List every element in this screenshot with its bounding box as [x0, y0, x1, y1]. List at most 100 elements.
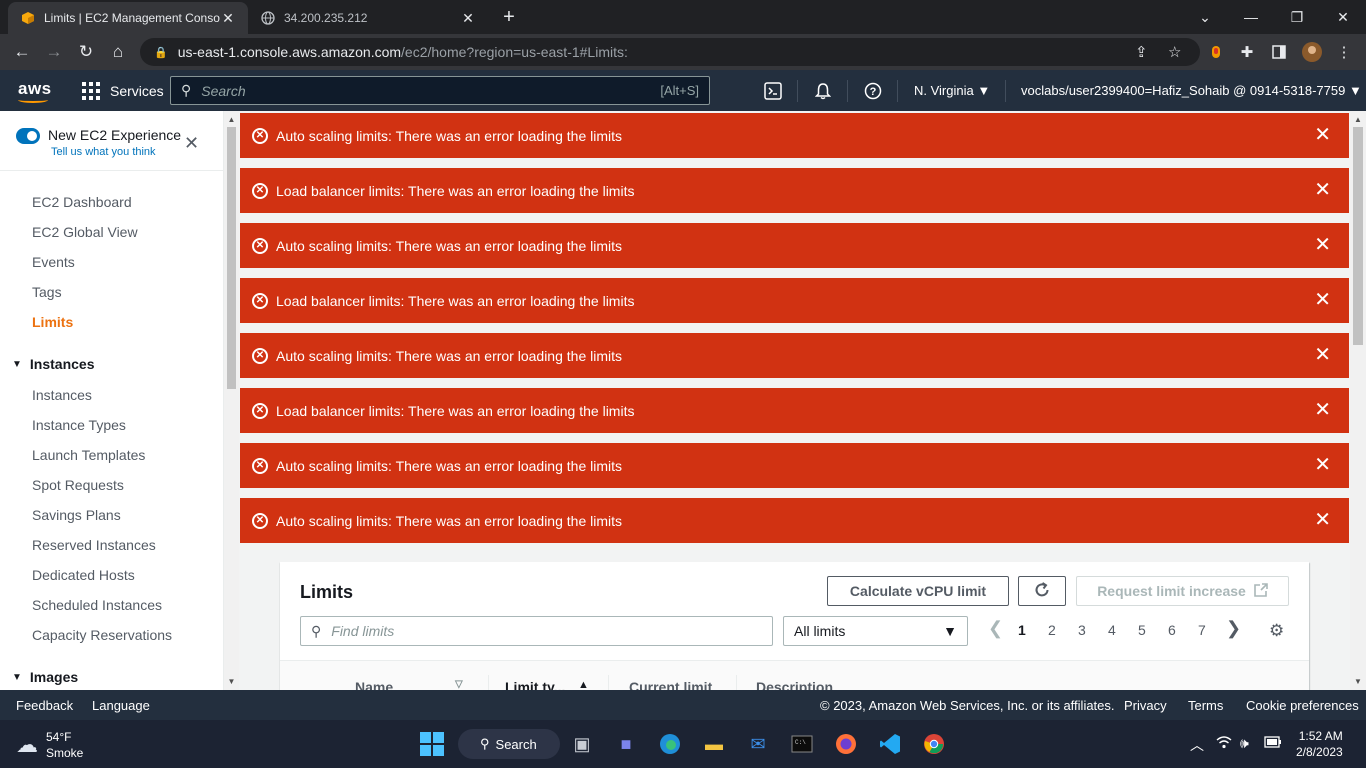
dismiss-icon[interactable]: ✕: [1314, 125, 1331, 145]
region-selector[interactable]: N. Virginia ▼: [914, 83, 990, 98]
services-menu[interactable]: Services: [82, 82, 164, 100]
sidebar-item-capacity-reservations[interactable]: Capacity Reservations: [32, 627, 172, 643]
sort-ascending-icon[interactable]: ▲: [578, 679, 589, 690]
browser-tab-inactive[interactable]: 34.200.235.212 ✕: [248, 2, 488, 34]
dismiss-icon[interactable]: ✕: [1314, 290, 1331, 310]
vscode-icon[interactable]: [876, 730, 904, 758]
scroll-down-arrow-icon[interactable]: ▼: [1350, 677, 1366, 686]
account-menu[interactable]: voclabs/user2399400=Hafiz_Sohaib @ 0914-…: [1021, 83, 1362, 98]
task-view-icon[interactable]: ▣: [568, 730, 596, 758]
extension-icon[interactable]: [1206, 42, 1226, 62]
show-hidden-icons[interactable]: ︿: [1190, 735, 1204, 755]
forward-icon[interactable]: →: [42, 40, 66, 64]
dismiss-icon[interactable]: ✕: [1314, 400, 1331, 420]
close-tab-icon[interactable]: ✕: [220, 10, 236, 27]
dismiss-icon[interactable]: ✕: [1314, 345, 1331, 365]
window-close-icon[interactable]: ✕: [1320, 0, 1366, 34]
find-limits-input[interactable]: ⚲ Find limits: [300, 616, 773, 646]
request-limit-increase-button[interactable]: Request limit increase: [1076, 576, 1289, 606]
taskbar-search[interactable]: ⚲ Search: [458, 729, 560, 759]
sidebar-item-reserved-instances[interactable]: Reserved Instances: [32, 537, 156, 553]
sidebar-scroll-thumb[interactable]: [227, 127, 236, 389]
sidebar-section-images[interactable]: ▼ Images: [12, 669, 78, 685]
home-icon[interactable]: ⌂: [106, 40, 130, 64]
page-6[interactable]: 6: [1168, 622, 1176, 638]
cloudshell-icon[interactable]: [762, 80, 784, 102]
page-5[interactable]: 5: [1138, 622, 1146, 638]
teams-chat-icon[interactable]: ■: [612, 730, 640, 758]
sidebar-item-scheduled-instances[interactable]: Scheduled Instances: [32, 597, 162, 613]
previous-page-icon[interactable]: ❮: [988, 618, 1003, 639]
filter-triangle-icon[interactable]: ▽: [455, 679, 463, 690]
terminal-icon[interactable]: C:\: [788, 730, 816, 758]
back-icon[interactable]: ←: [10, 40, 34, 64]
sidebar-item-limits[interactable]: Limits: [32, 314, 73, 330]
browser-menu-icon[interactable]: ⋮: [1334, 42, 1354, 62]
gear-icon[interactable]: ⚙: [1269, 621, 1284, 641]
next-page-icon[interactable]: ❯: [1226, 618, 1241, 639]
sidebar-item-dedicated-hosts[interactable]: Dedicated Hosts: [32, 567, 135, 583]
terms-link[interactable]: Terms: [1188, 698, 1223, 713]
column-limit-type[interactable]: Limit ty...: [505, 679, 565, 690]
tab-search-icon[interactable]: ⌄: [1182, 0, 1228, 34]
weather-widget[interactable]: ☁ 54°F Smoke: [16, 729, 83, 761]
reload-icon[interactable]: ↻: [74, 40, 98, 64]
main-scroll-thumb[interactable]: [1353, 127, 1363, 345]
edge-icon[interactable]: [656, 730, 684, 758]
sidebar-item-ec2-global-view[interactable]: EC2 Global View: [32, 224, 138, 240]
new-experience-toggle[interactable]: [16, 128, 40, 144]
page-1[interactable]: 1: [1018, 622, 1026, 638]
column-description[interactable]: Description: [756, 679, 833, 690]
mail-icon[interactable]: ✉: [744, 730, 772, 758]
page-2[interactable]: 2: [1048, 622, 1056, 638]
dismiss-icon[interactable]: ✕: [1314, 510, 1331, 530]
feedback-link[interactable]: Feedback: [16, 698, 73, 713]
sidebar-item-events[interactable]: Events: [32, 254, 75, 270]
scroll-up-arrow-icon[interactable]: ▲: [224, 115, 239, 124]
tell-us-link[interactable]: Tell us what you think: [51, 146, 181, 158]
aws-search-input[interactable]: ⚲ Search [Alt+S]: [170, 76, 710, 105]
dismiss-icon[interactable]: ✕: [1314, 235, 1331, 255]
sidebar-item-instances[interactable]: Instances: [32, 387, 92, 403]
browser-tab-active[interactable]: Limits | EC2 Management Console ✕: [8, 2, 248, 34]
sidebar-item-instance-types[interactable]: Instance Types: [32, 417, 126, 433]
sidebar-item-savings-plans[interactable]: Savings Plans: [32, 507, 121, 523]
sidebar-section-instances[interactable]: ▼ Instances: [12, 356, 95, 372]
sidebar-item-launch-templates[interactable]: Launch Templates: [32, 447, 145, 463]
share-icon[interactable]: ⇪: [1135, 43, 1148, 61]
column-name[interactable]: Name: [355, 679, 393, 690]
address-bar[interactable]: 🔒 us-east-1.console.aws.amazon.com/ec2/h…: [140, 38, 1200, 66]
sidebar-scrollbar[interactable]: ▲ ▼: [224, 111, 239, 690]
page-7[interactable]: 7: [1198, 622, 1206, 638]
new-tab-button[interactable]: +: [498, 6, 520, 28]
limit-filter-select[interactable]: All limits ▼: [783, 616, 968, 646]
wifi-icon[interactable]: [1216, 735, 1232, 752]
restore-icon[interactable]: ❐: [1274, 0, 1320, 34]
page-3[interactable]: 3: [1078, 622, 1086, 638]
help-icon[interactable]: ?: [862, 80, 884, 102]
start-button[interactable]: [418, 730, 446, 758]
puzzle-icon[interactable]: ✚: [1237, 42, 1257, 62]
side-panel-icon[interactable]: [1269, 42, 1289, 62]
close-tab-icon[interactable]: ✕: [460, 10, 476, 27]
privacy-link[interactable]: Privacy: [1124, 698, 1167, 713]
taskbar-clock[interactable]: 1:52 AM 2/8/2023: [1296, 728, 1343, 760]
scroll-down-arrow-icon[interactable]: ▼: [224, 677, 239, 686]
aws-logo[interactable]: aws: [18, 79, 52, 103]
file-explorer-icon[interactable]: ▬: [700, 730, 728, 758]
profile-avatar[interactable]: [1302, 42, 1322, 62]
sidebar-item-spot-requests[interactable]: Spot Requests: [32, 477, 124, 493]
minimize-icon[interactable]: —: [1228, 0, 1274, 34]
dismiss-icon[interactable]: ✕: [1314, 180, 1331, 200]
page-4[interactable]: 4: [1108, 622, 1116, 638]
calculate-vcpu-button[interactable]: Calculate vCPU limit: [827, 576, 1009, 606]
main-scrollbar[interactable]: ▲ ▼: [1350, 111, 1366, 690]
firefox-icon[interactable]: [832, 730, 860, 758]
bookmark-star-icon[interactable]: ☆: [1168, 43, 1181, 61]
sidebar-item-tags[interactable]: Tags: [32, 284, 62, 300]
language-link[interactable]: Language: [92, 698, 150, 713]
volume-icon[interactable]: 🕪: [1240, 735, 1249, 752]
refresh-button[interactable]: [1018, 576, 1066, 606]
battery-icon[interactable]: [1264, 735, 1282, 751]
dismiss-icon[interactable]: ✕: [1314, 455, 1331, 475]
